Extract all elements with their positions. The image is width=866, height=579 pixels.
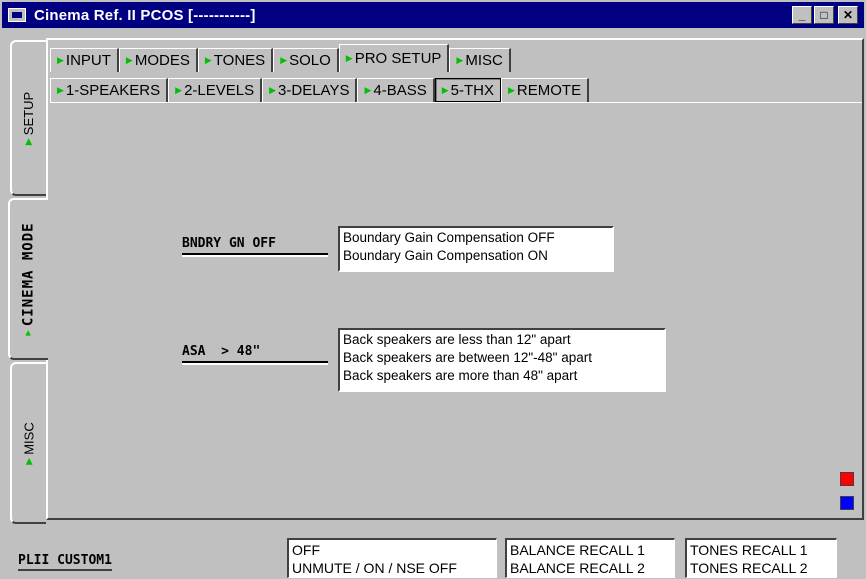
status-line: BALANCE RECALL 2 [510,560,645,576]
green-arrow-icon: ▶ [345,53,353,63]
tab-solo[interactable]: ▶ SOLO [273,48,339,72]
red-button[interactable] [840,472,854,486]
tab-2-levels[interactable]: ▶ 2-LEVELS [168,78,263,102]
tab-1-speakers[interactable]: ▶ 1-SPEAKERS [50,78,169,102]
tab-modes-label: MODES [134,52,190,69]
green-arrow-icon: ▶ [456,55,464,65]
app-icon[interactable] [8,8,26,22]
list-item[interactable]: Back speakers are more than 48" apart [343,367,661,385]
title-bar[interactable]: Cinema Ref. II PCOS [-----------] _ □ ✕ [2,2,864,28]
side-tab-cinema-mode[interactable]: ▶ CINEMA MODE [8,198,48,360]
green-arrow-icon: ▶ [175,85,183,95]
tab-misc-label: MISC [465,52,503,69]
green-arrow-icon: ▶ [204,55,212,65]
sub-tab-bar: ▶ 1-SPEAKERS ▶ 2-LEVELS ▶ 3-DELAYS ▶ 4-BASS … [50,78,862,103]
tab-3-delays-label: 3-DELAYS [278,82,350,99]
tones-status-box: TONES RECALL 1 TONES RECALL 2 [685,538,837,578]
mute-status-box: OFF UNMUTE / ON / NSE OFF [287,538,497,578]
status-line: UNMUTE / ON / NSE OFF [292,560,457,576]
tab-5-thx[interactable]: ▶ 5-THX [434,78,501,102]
tab-solo-label: SOLO [289,52,331,69]
side-tab-setup-label: SETUP [21,91,37,135]
side-tab-setup[interactable]: ▶ SETUP [10,40,46,196]
list-item[interactable]: Back speakers are between 12"-48" apart [343,349,661,367]
green-arrow-icon: ▶ [23,457,34,465]
tab-pro-setup-label: PRO SETUP [354,50,442,67]
green-arrow-icon: ▶ [23,137,34,145]
maximize-button[interactable]: □ [814,6,834,24]
status-line: TONES RECALL 1 [690,542,808,558]
preset-name-label: PLII CUSTOM1 [18,553,112,571]
tab-input-label: INPUT [65,52,111,69]
top-tab-bar: ▶ INPUT ▶ MODES ▶ TONES ▶ SOLO ▶ PRO SETUP ▶ M… [50,44,511,72]
green-arrow-icon: ▶ [441,84,449,95]
tab-misc[interactable]: ▶ MISC [449,48,511,72]
close-button[interactable]: ✕ [838,6,858,24]
minimize-button[interactable]: _ [792,6,812,24]
blue-button[interactable] [840,496,854,510]
status-line: TONES RECALL 2 [690,560,808,576]
side-tab-cinema-mode-label: CINEMA MODE [21,222,38,327]
thx-content-area: BNDRY GN OFF Boundary Gain Compensation … [50,104,862,516]
status-line: OFF [292,542,320,558]
bndry-setting-label[interactable]: BNDRY GN OFF [182,236,328,255]
green-arrow-icon: ▶ [125,55,133,65]
tab-tones-label: TONES [213,52,266,69]
green-arrow-icon: ▶ [364,85,372,95]
green-arrow-icon: ▶ [24,329,35,336]
tab-3-delays[interactable]: ▶ 3-DELAYS [262,78,358,102]
list-item[interactable]: Back speakers are less than 12" apart [343,331,661,349]
window-title: Cinema Ref. II PCOS [-----------] [34,6,256,24]
tab-input[interactable]: ▶ INPUT [50,48,119,72]
balance-status-box: BALANCE RECALL 1 BALANCE RECALL 2 [505,538,675,578]
tab-4-bass-label: 4-BASS [373,82,427,99]
tab-remote[interactable]: ▶ REMOTE [501,78,590,102]
green-arrow-icon: ▶ [57,85,64,95]
tab-tones[interactable]: ▶ TONES [197,48,274,72]
tab-modes[interactable]: ▶ MODES [118,48,198,72]
green-arrow-icon: ▶ [269,85,277,95]
tab-1-speakers-label: 1-SPEAKERS [65,82,161,99]
tab-2-levels-label: 2-LEVELS [184,82,255,99]
green-arrow-icon: ▶ [57,55,64,65]
list-item[interactable]: Boundary Gain Compensation ON [343,247,609,265]
status-line: BALANCE RECALL 1 [510,542,645,558]
green-arrow-icon: ▶ [508,85,515,95]
tab-4-bass[interactable]: ▶ 4-BASS [357,78,435,102]
asa-options-list[interactable]: Back speakers are less than 12" apart Ba… [338,328,666,392]
bndry-options-list[interactable]: Boundary Gain Compensation OFF Boundary … [338,226,614,272]
side-tab-misc[interactable]: ▶ MISC [10,362,46,524]
side-tab-misc-label: MISC [21,421,37,455]
tab-5-thx-label: 5-THX [450,81,494,99]
asa-setting-label[interactable]: ASA > 48" [182,344,328,363]
green-arrow-icon: ▶ [280,55,288,65]
tab-remote-label: REMOTE [516,82,582,99]
tab-pro-setup[interactable]: ▶ PRO SETUP [338,44,450,72]
list-item[interactable]: Boundary Gain Compensation OFF [343,229,609,247]
